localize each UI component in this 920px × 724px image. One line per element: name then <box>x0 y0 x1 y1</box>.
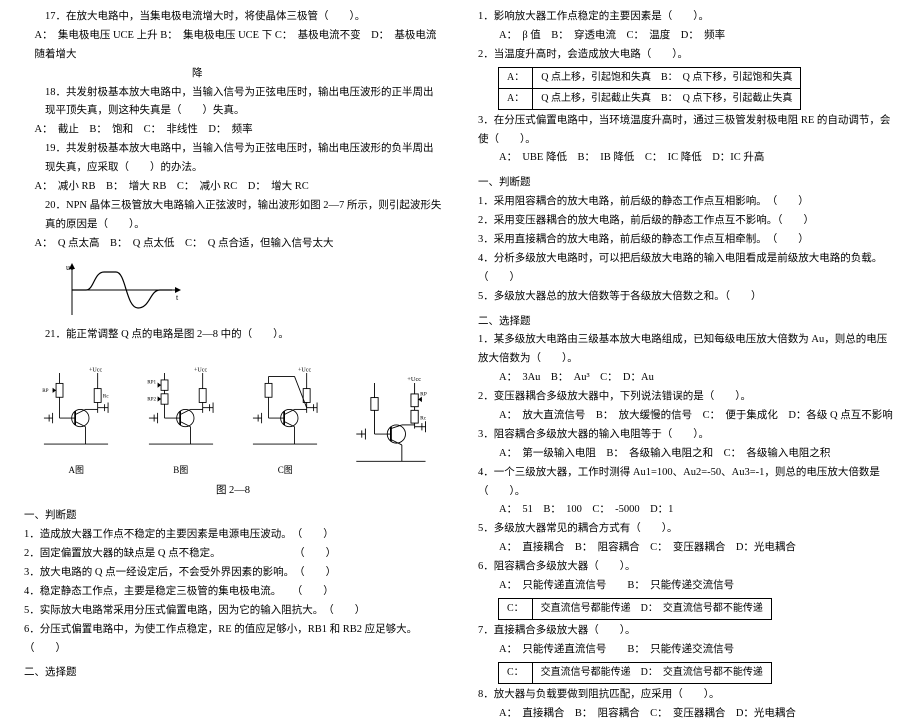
r-select-3: 3．阻容耦合多级放大器的输入电阻等于（ ）。 <box>478 426 896 445</box>
svg-text:+Ucc: +Ucc <box>89 368 102 374</box>
judgment-4: 4．稳定静态工作点，主要是稳定三极管的集电极电流。 （ ） <box>24 583 442 602</box>
r-judgment-4: 4．分析多级放大电路时，可以把后级放大电路的输入电阻看成是前级放大电路的负载。（… <box>478 250 896 288</box>
r-select-6-table: C：交直流信号都能传递 D： 交直流信号都不能传递 <box>498 598 772 620</box>
judgment-5: 5．实际放大电路常采用分压式偏置电路，因为它的输入阻抗大。 （ ） <box>24 602 442 621</box>
r-select-2-options: A： 放大直流信号 B： 放大缓慢的信号 C： 便于集成化 D：各级 Q 点互不… <box>478 407 896 426</box>
svg-text:RP1: RP1 <box>147 380 156 386</box>
r-select-4-options: A： 51 B： 100 C： -5000 D：1 <box>478 501 896 520</box>
question-18: 18．共发射极基本放大电路中，当输入信号为正弦电压时，输出电压波形的正半周出现平… <box>24 84 442 122</box>
r-question-3: 3．在分压式偏置电路中，当环境温度升高时，通过三极管发射极电阻 RE 的自动调节… <box>478 112 896 150</box>
r-select-4: 4．一个三级放大器，工作时测得 Au1=100、Au2=-50、Au3=-1，则… <box>478 464 896 502</box>
judgment-6: 6．分压式偏置电路中，为使工作点稳定，RE 的值应足够小，RB1 和 RB2 应… <box>24 621 442 659</box>
question-19: 19．共发射极基本放大电路中，当输入信号为正弦电压时，输出电压波形的负半周出现失… <box>24 140 442 178</box>
r-select-5-options: A： 直接耦合 B： 阻容耦合 C： 变压器耦合 D：光电耦合 <box>478 539 896 558</box>
svg-text:RP: RP <box>420 392 427 398</box>
r-select-8: 8．放大器与负载要做到阻抗匹配，应采用（ ）。 <box>478 686 896 705</box>
r-judgment-2: 2．采用变压器耦合的放大电路，前后级的静态工作点互不影响。（ ） <box>478 212 896 231</box>
circuit-c: +Ucc C图 <box>240 362 330 478</box>
question-21: 21．能正常调整 Q 点的电路是图 2—8 中的（ ）。 <box>24 326 442 345</box>
r-select-3-options: A： 第一级输入电阻 B： 各级输入电阻之和 C： 各级输入电阻之积 <box>478 445 896 464</box>
r-select-2: 2．变压器耦合多级放大器中，下列说法错误的是（ ）。 <box>478 388 896 407</box>
r-judgment-3: 3．采用直接耦合的放大电路，前后级的静态工作点互相牵制。 （ ） <box>478 231 896 250</box>
r-judgment-1: 1．采用阻容耦合的放大电路，前后级的静态工作点互相影响。 （ ） <box>478 193 896 212</box>
r-question-2: 2．当温度升高时，会造成放大电路（ ）。 <box>478 46 896 65</box>
circuit-c-label: C图 <box>278 465 293 475</box>
circuit-b-label: B图 <box>173 465 188 475</box>
circuit-b: +Ucc RP1 RP2 <box>136 362 226 478</box>
waveform-diagram: uo t <box>66 260 186 320</box>
judgment-2: 2．固定偏置放大器的缺点是 Q 点不稳定。 （ ） <box>24 545 442 564</box>
r-question-3-options: A： UBE 降低 B： IB 降低 C： IC 降低 D：IC 升高 <box>478 149 896 168</box>
r-select-6: 6．阻容耦合多级放大器（ ）。 <box>478 558 896 577</box>
r-select-8-options: A： 直接耦合 B： 阻容耦合 C： 变压器耦合 D：光电耦合 <box>478 705 896 724</box>
r-judgment-5: 5．多级放大器总的放大倍数等于各级放大倍数之和。（ ） <box>478 288 896 307</box>
question-17: 17．在放大电路中，当集电极电流增大时，将使晶体三极管（ ）。 <box>24 8 442 27</box>
circuit-d: +Ucc RP Rc <box>345 370 435 478</box>
judgment-3: 3．放大电路的 Q 点一经设定后，不会受外界因素的影响。 （ ） <box>24 564 442 583</box>
r-select-6a: A： 只能传递直流信号 B： 只能传递交流信号 <box>478 577 896 596</box>
r-select-7: 7．直接耦合多级放大器（ ）。 <box>478 622 896 641</box>
r-section-select: 二、选择题 <box>478 313 896 332</box>
figure-caption: 图 2—8 <box>24 482 442 501</box>
svg-text:+Ucc: +Ucc <box>194 368 207 374</box>
svg-text:RP: RP <box>42 388 48 394</box>
question-17-options: A： 集电极电压 UCE 上升 B： 集电极电压 UCE 下 C： 基极电流不变… <box>14 27 443 84</box>
svg-text:+Ucc: +Ucc <box>298 368 311 374</box>
r-select-1: 1．某多级放大电路由三级基本放大电路组成，已知每级电压放大倍数为 Au，则总的电… <box>478 331 896 369</box>
svg-text:RP2: RP2 <box>147 397 156 403</box>
r-select-7a: A： 只能传递直流信号 B： 只能传递交流信号 <box>478 641 896 660</box>
section-select: 二、选择题 <box>24 664 442 683</box>
r-question-2-table: A：Q 点上移，引起饱和失真 B： Q 点下移，引起饱和失真 A：Q 点上移，引… <box>498 67 801 110</box>
r-question-1: 1．影响放大器工作点稳定的主要因素是（ ）。 <box>478 8 896 27</box>
question-18-options: A： 截止 B： 饱和 C： 非线性 D： 频率 <box>14 121 443 140</box>
question-19-options: A： 减小 RB B： 增大 RB C： 减小 RC D： 增大 RC <box>14 178 443 197</box>
circuit-a-label: A图 <box>69 465 85 475</box>
section-judgment: 一、判断题 <box>24 507 442 526</box>
r-select-5: 5．多级放大器常见的耦合方式有（ ）。 <box>478 520 896 539</box>
question-20-options: A： Q 点太高 B： Q 点太低 C： Q 点合适，但输入信号太大 <box>14 235 443 254</box>
svg-text:uo: uo <box>66 263 74 272</box>
question-20: 20．NPN 晶体三极管放大电路输入正弦波时，输出波形如图 2—7 所示，则引起… <box>24 197 442 235</box>
r-select-7-table: C：交直流信号都能传递 D： 交直流信号都不能传递 <box>498 662 772 684</box>
r-section-judgment: 一、判断题 <box>478 174 896 193</box>
r-select-1-options: A： 3Au B： Au³ C： D：Au <box>478 369 896 388</box>
r-question-1-options: A： β 值 B： 穿透电流 C： 温度 D： 频率 <box>478 27 896 46</box>
left-column: 17．在放大电路中，当集电极电流增大时，将使晶体三极管（ ）。 A： 集电极电压… <box>0 0 460 637</box>
svg-text:Rc: Rc <box>420 416 427 422</box>
figure-2-8: +Ucc Rc RP <box>24 348 442 478</box>
svg-text:Rc: Rc <box>103 394 109 400</box>
svg-text:t: t <box>176 293 179 302</box>
right-column: 1．影响放大器工作点稳定的主要因素是（ ）。 A： β 值 B： 穿透电流 C：… <box>460 0 920 637</box>
svg-text:+Ucc: +Ucc <box>407 377 421 384</box>
circuit-a: +Ucc Rc RP <box>31 362 121 478</box>
judgment-1: 1．造成放大器工作点不稳定的主要因素是电源电压波动。 （ ） <box>24 526 442 545</box>
